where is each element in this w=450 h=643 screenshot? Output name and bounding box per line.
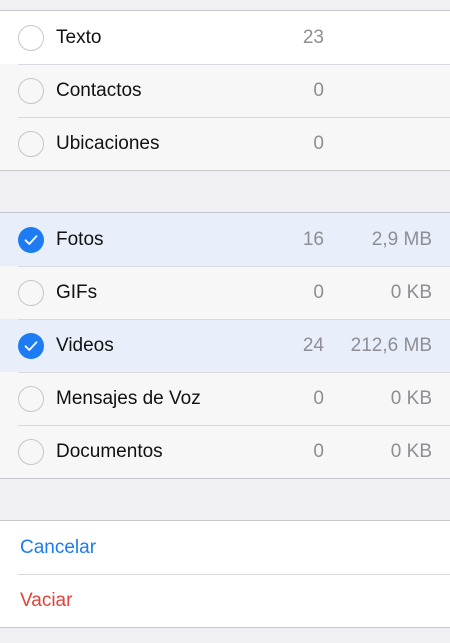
list-item-ubicaciones[interactable]: Ubicaciones 0 — [0, 117, 450, 170]
item-label: Videos — [56, 334, 114, 356]
item-count: 0 — [313, 440, 324, 462]
item-count: 0 — [313, 79, 324, 101]
item-size: 0 KB — [390, 281, 432, 303]
list-item-texto[interactable]: Texto 23 — [0, 11, 450, 64]
unchecked-circle-icon[interactable] — [18, 279, 44, 306]
list-item-gifs[interactable]: GIFs 0 0 KB — [0, 266, 450, 319]
unchecked-circle-icon[interactable] — [18, 130, 44, 157]
item-label: GIFs — [56, 281, 98, 303]
item-size: 0 KB — [390, 440, 432, 462]
item-count: 0 — [313, 132, 324, 154]
item-size: 0 KB — [390, 387, 432, 409]
item-count: 0 — [313, 387, 324, 409]
item-label: Ubicaciones — [56, 132, 160, 154]
list-item-documentos[interactable]: Documentos 0 0 KB — [0, 425, 450, 478]
unchecked-circle-icon[interactable] — [18, 24, 44, 51]
item-label: Mensajes de Voz — [56, 387, 201, 409]
item-count: 23 — [302, 26, 324, 48]
item-count: 16 — [302, 228, 324, 250]
checked-circle-icon[interactable] — [18, 332, 44, 359]
media-types-group: Fotos 16 2,9 MB GIFs 0 0 KB Videos 24 21… — [0, 212, 450, 479]
message-types-group: Texto 23 Contactos 0 Ubicaciones 0 — [0, 10, 450, 171]
item-size: 212,6 MB — [350, 334, 432, 356]
checked-circle-icon[interactable] — [18, 226, 44, 253]
list-item-videos[interactable]: Videos 24 212,6 MB — [0, 319, 450, 372]
list-item-fotos[interactable]: Fotos 16 2,9 MB — [0, 213, 450, 266]
list-item-mensajes-de-voz[interactable]: Mensajes de Voz 0 0 KB — [0, 372, 450, 425]
list-item-contactos[interactable]: Contactos 0 — [0, 64, 450, 117]
item-count: 0 — [313, 281, 324, 303]
unchecked-circle-icon[interactable] — [18, 438, 44, 465]
unchecked-circle-icon[interactable] — [18, 385, 44, 412]
item-label: Texto — [56, 26, 102, 48]
item-label: Documentos — [56, 440, 163, 462]
actions-group: Cancelar Vaciar — [0, 520, 450, 628]
unchecked-circle-icon[interactable] — [18, 77, 44, 104]
item-label: Contactos — [56, 79, 142, 101]
item-count: 24 — [302, 334, 324, 356]
item-size: 2,9 MB — [371, 228, 432, 250]
item-label: Fotos — [56, 228, 104, 250]
cancel-button[interactable]: Cancelar — [0, 521, 450, 574]
clear-button[interactable]: Vaciar — [0, 574, 450, 627]
